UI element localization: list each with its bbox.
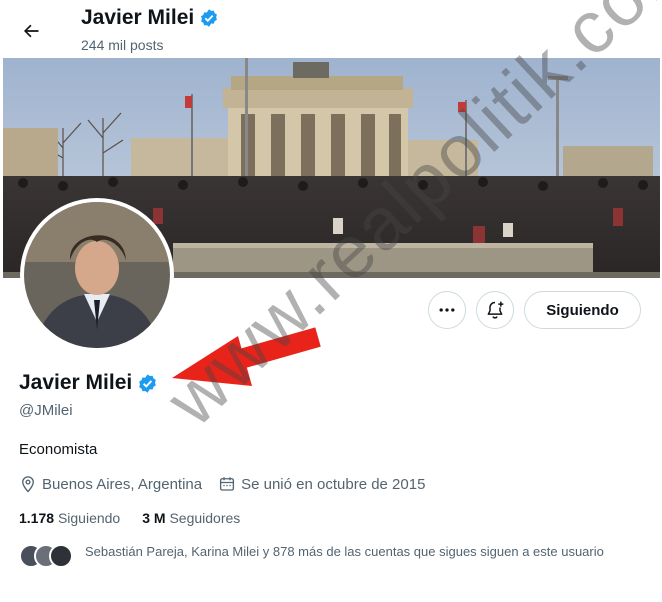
- followers-label: Seguidores: [169, 510, 241, 526]
- header-name: Javier Milei: [81, 6, 195, 29]
- profile-avatar[interactable]: [20, 198, 174, 352]
- more-options-button[interactable]: [428, 291, 466, 329]
- more-icon: [439, 308, 455, 312]
- follow-counts: 1.178 Siguiendo 3 M Seguidores: [19, 510, 240, 526]
- location: Buenos Aires, Argentina: [19, 475, 202, 493]
- avatar: [49, 544, 73, 568]
- back-button[interactable]: [14, 14, 48, 48]
- followers-count: 3 M: [142, 510, 166, 526]
- known-followers[interactable]: Sebastián Pareja, Karina Milei y 878 más…: [19, 543, 619, 570]
- following-count-link[interactable]: 1.178 Siguiendo: [19, 510, 120, 526]
- profile-meta: Buenos Aires, Argentina Se unió en octub…: [19, 475, 441, 493]
- following-label: Siguiendo: [57, 510, 121, 526]
- notifications-button[interactable]: [476, 291, 514, 329]
- profile-bio: Economista: [19, 441, 98, 458]
- following-count: 1.178: [19, 510, 55, 526]
- profile-name: Javier Milei: [19, 371, 133, 394]
- location-pin-icon: [22, 476, 34, 493]
- profile-handle: @JMilei: [19, 402, 73, 419]
- verified-badge-icon: [201, 9, 218, 27]
- header-post-count: 244 mil posts: [81, 37, 164, 53]
- bell-plus-icon: [487, 301, 504, 319]
- join-date: Se unió en octubre de 2015: [218, 475, 425, 493]
- known-followers-avatars: [19, 544, 75, 570]
- followers-count-link[interactable]: 3 M Seguidores: [142, 510, 240, 526]
- following-button[interactable]: Siguiendo: [524, 291, 641, 329]
- known-followers-text: Sebastián Pareja, Karina Milei y 878 más…: [85, 544, 604, 559]
- profile-name-row: Javier Milei: [19, 371, 158, 395]
- top-bar: Javier Milei 244 mil posts: [0, 0, 662, 58]
- calendar-icon: [220, 477, 235, 491]
- avatar-image: [24, 202, 170, 348]
- header-title: Javier Milei: [81, 6, 219, 30]
- join-date-text: Se unió en octubre de 2015: [241, 475, 426, 493]
- verified-badge-icon[interactable]: [137, 373, 158, 394]
- arrow-left-icon: [24, 24, 39, 38]
- location-text: Buenos Aires, Argentina: [42, 475, 203, 493]
